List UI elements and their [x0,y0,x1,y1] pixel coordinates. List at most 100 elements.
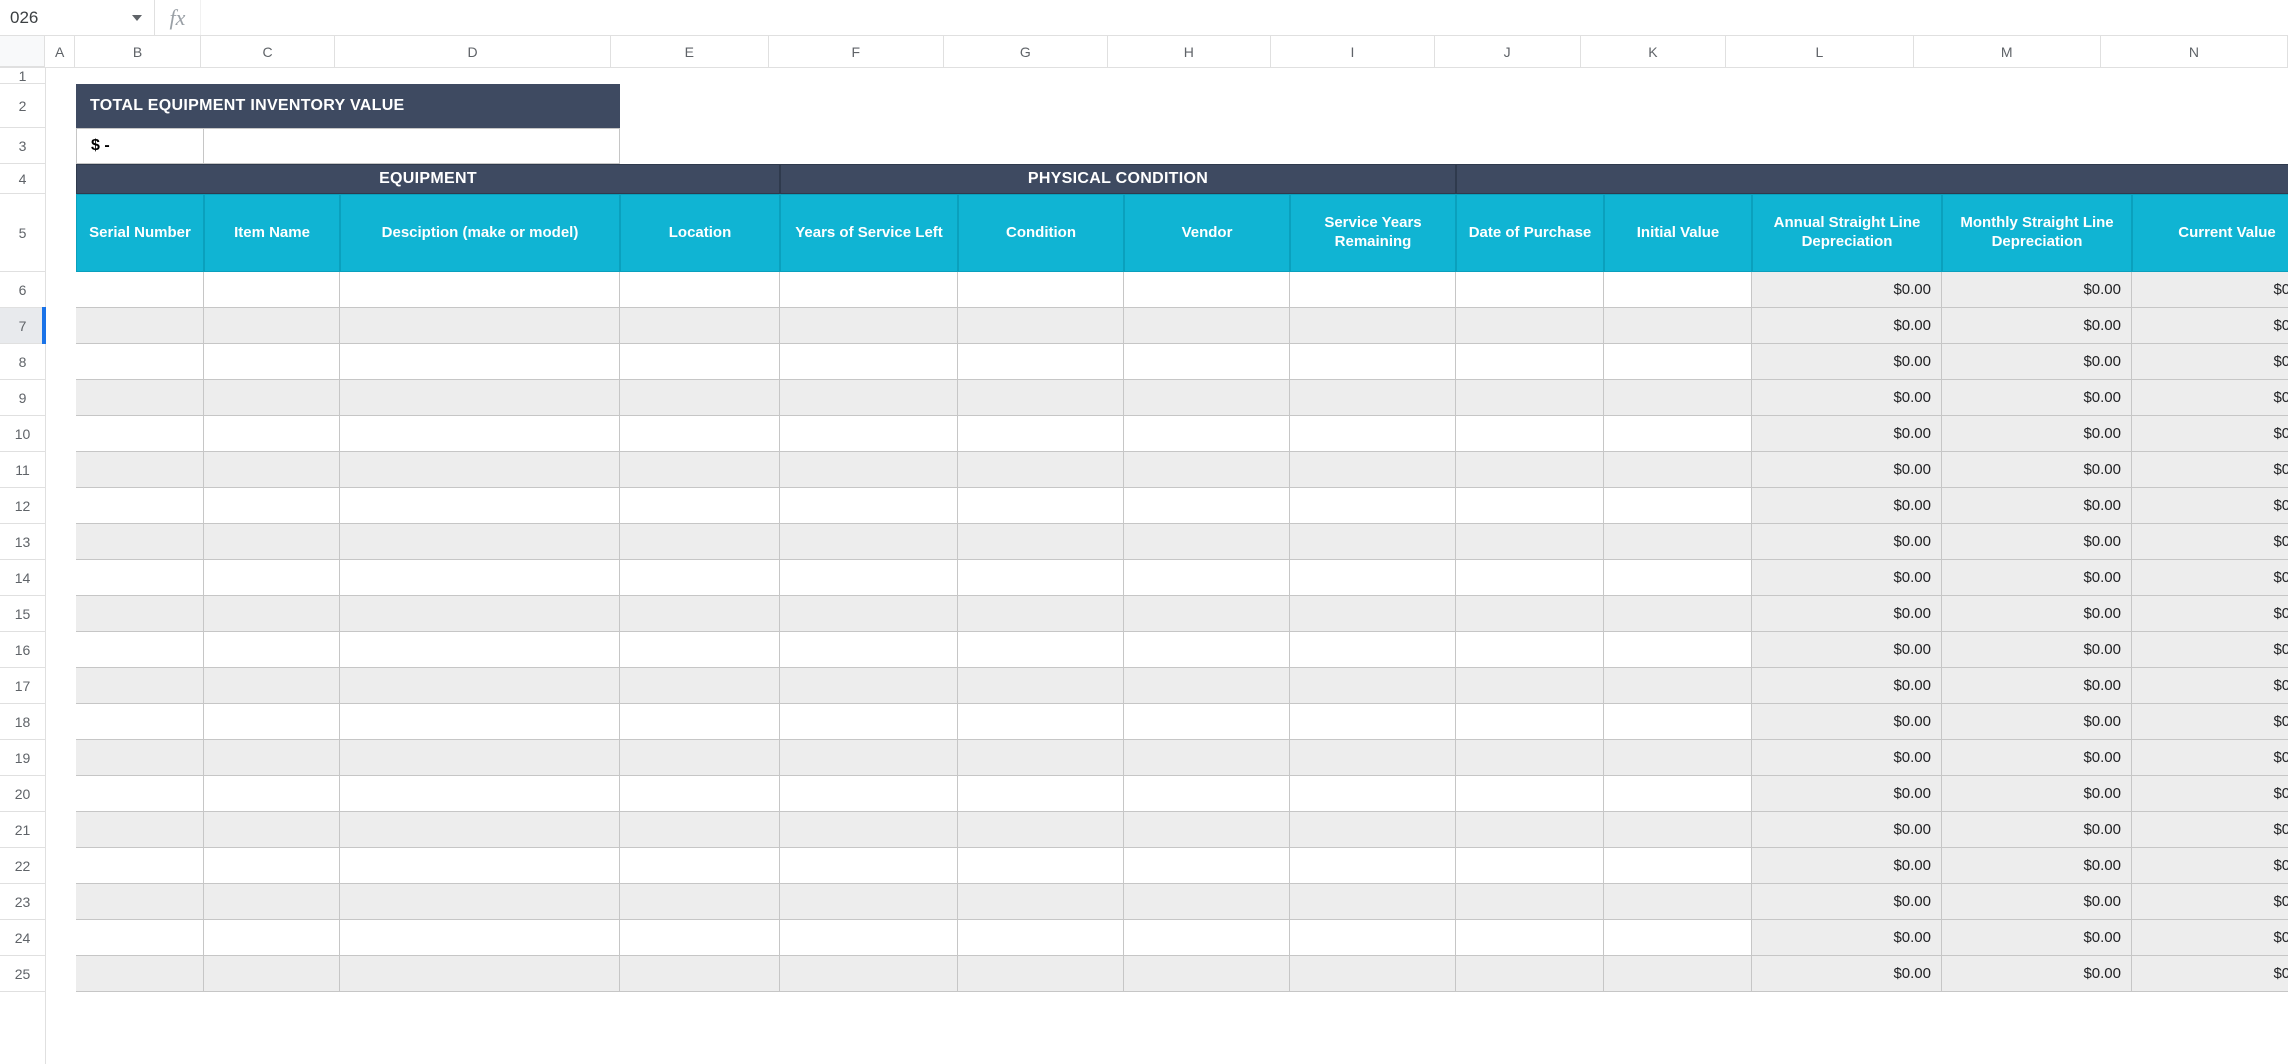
data-cell-r6-c9[interactable] [1456,272,1604,308]
data-cell-r9-c9[interactable] [1456,380,1604,416]
data-cell-r14-c6[interactable] [958,560,1124,596]
money-cell-r22-c13[interactable]: $0.00 [2132,848,2288,884]
data-cell-r9-c1[interactable] [76,380,204,416]
data-cell-r20-c1[interactable] [76,776,204,812]
data-cell-r18-c4[interactable] [620,704,780,740]
data-cell-r12-c3[interactable] [340,488,620,524]
data-cell-r17-c4[interactable] [620,668,780,704]
row-header-5[interactable]: 5 [0,194,45,272]
data-cell-r9-c6[interactable] [958,380,1124,416]
row-header-3[interactable]: 3 [0,128,45,164]
data-cell-r6-c5[interactable] [780,272,958,308]
data-cell-r19-c2[interactable] [204,740,340,776]
money-cell-r23-c13[interactable]: $0.00 [2132,884,2288,920]
data-cell-r10-c5[interactable] [780,416,958,452]
money-cell-r7-c13[interactable]: $0.00 [2132,308,2288,344]
data-cell-r22-c5[interactable] [780,848,958,884]
data-cell-r14-c3[interactable] [340,560,620,596]
data-cell-r6-c7[interactable] [1124,272,1290,308]
data-cell-r10-c2[interactable] [204,416,340,452]
data-cell-r21-c3[interactable] [340,812,620,848]
row-header-20[interactable]: 20 [0,776,45,812]
money-cell-r8-c13[interactable]: $0.00 [2132,344,2288,380]
data-cell-r15-c1[interactable] [76,596,204,632]
money-cell-r9-c11[interactable]: $0.00 [1752,380,1942,416]
data-cell-r24-c7[interactable] [1124,920,1290,956]
data-cell-r24-c5[interactable] [780,920,958,956]
data-cell-r25-c2[interactable] [204,956,340,992]
data-cell-r11-c4[interactable] [620,452,780,488]
data-cell-r13-c4[interactable] [620,524,780,560]
data-cell-r11-c9[interactable] [1456,452,1604,488]
data-cell-r14-c2[interactable] [204,560,340,596]
data-cell-r19-c5[interactable] [780,740,958,776]
data-cell-r6-c6[interactable] [958,272,1124,308]
data-cell-r18-c9[interactable] [1456,704,1604,740]
column-header-L[interactable]: L [1726,36,1913,67]
data-cell-r18-c2[interactable] [204,704,340,740]
data-cell-r13-c10[interactable] [1604,524,1752,560]
data-cell-r6-c3[interactable] [340,272,620,308]
money-cell-r18-c13[interactable]: $0.00 [2132,704,2288,740]
data-cell-r18-c1[interactable] [76,704,204,740]
column-header-B[interactable]: B [75,36,201,67]
data-cell-r16-c2[interactable] [204,632,340,668]
data-cell-r19-c1[interactable] [76,740,204,776]
column-header-H[interactable]: H [1108,36,1272,67]
data-cell-r21-c10[interactable] [1604,812,1752,848]
data-cell-r23-c2[interactable] [204,884,340,920]
money-cell-r12-c13[interactable]: $0.00 [2132,488,2288,524]
column-header-N[interactable]: N [2101,36,2288,67]
data-cell-r8-c2[interactable] [204,344,340,380]
data-cell-r22-c2[interactable] [204,848,340,884]
money-cell-r12-c12[interactable]: $0.00 [1942,488,2132,524]
data-cell-r18-c7[interactable] [1124,704,1290,740]
money-cell-r13-c13[interactable]: $0.00 [2132,524,2288,560]
data-cell-r12-c2[interactable] [204,488,340,524]
data-cell-r14-c10[interactable] [1604,560,1752,596]
data-cell-r12-c9[interactable] [1456,488,1604,524]
money-cell-r16-c13[interactable]: $0.00 [2132,632,2288,668]
data-cell-r9-c2[interactable] [204,380,340,416]
data-cell-r19-c4[interactable] [620,740,780,776]
money-cell-r21-c11[interactable]: $0.00 [1752,812,1942,848]
row-header-14[interactable]: 14 [0,560,45,596]
money-cell-r13-c12[interactable]: $0.00 [1942,524,2132,560]
data-cell-r10-c9[interactable] [1456,416,1604,452]
row-header-6[interactable]: 6 [0,272,45,308]
data-cell-r12-c5[interactable] [780,488,958,524]
data-cell-r7-c8[interactable] [1290,308,1456,344]
data-cell-r11-c2[interactable] [204,452,340,488]
data-cell-r23-c6[interactable] [958,884,1124,920]
data-cell-r7-c2[interactable] [204,308,340,344]
data-cell-r10-c6[interactable] [958,416,1124,452]
data-cell-r14-c8[interactable] [1290,560,1456,596]
money-cell-r11-c12[interactable]: $0.00 [1942,452,2132,488]
data-cell-r20-c10[interactable] [1604,776,1752,812]
money-cell-r22-c11[interactable]: $0.00 [1752,848,1942,884]
money-cell-r22-c12[interactable]: $0.00 [1942,848,2132,884]
data-cell-r12-c8[interactable] [1290,488,1456,524]
data-cell-r23-c9[interactable] [1456,884,1604,920]
data-cell-r12-c10[interactable] [1604,488,1752,524]
data-cell-r14-c4[interactable] [620,560,780,596]
row-header-19[interactable]: 19 [0,740,45,776]
data-cell-r17-c9[interactable] [1456,668,1604,704]
data-cell-r7-c5[interactable] [780,308,958,344]
column-header-M[interactable]: M [1914,36,2101,67]
data-cell-r22-c3[interactable] [340,848,620,884]
data-cell-r8-c9[interactable] [1456,344,1604,380]
data-cell-r21-c1[interactable] [76,812,204,848]
data-cell-r9-c10[interactable] [1604,380,1752,416]
money-cell-r10-c11[interactable]: $0.00 [1752,416,1942,452]
data-cell-r13-c6[interactable] [958,524,1124,560]
money-cell-r14-c13[interactable]: $0.00 [2132,560,2288,596]
column-header-E[interactable]: E [611,36,769,67]
select-all-corner[interactable] [0,36,45,67]
data-cell-r12-c7[interactable] [1124,488,1290,524]
data-cell-r23-c7[interactable] [1124,884,1290,920]
data-cell-r11-c10[interactable] [1604,452,1752,488]
data-cell-r13-c8[interactable] [1290,524,1456,560]
data-cell-r9-c8[interactable] [1290,380,1456,416]
money-cell-r25-c13[interactable]: $0.00 [2132,956,2288,992]
